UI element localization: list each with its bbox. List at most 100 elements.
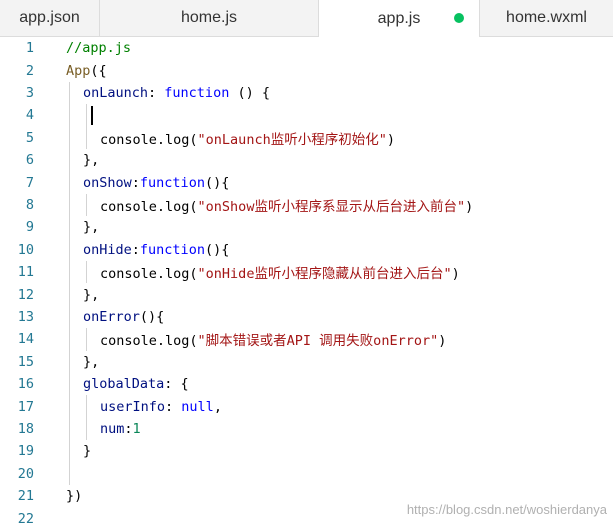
line-number: 20 xyxy=(17,465,34,482)
line-number: 5 xyxy=(25,129,34,146)
code-line: 19 } xyxy=(0,440,613,462)
editor-tab-bar: app.json home.js app.js home.wxml xyxy=(0,0,613,37)
code-text: globalData: { xyxy=(83,376,189,392)
code-line: 15 }, xyxy=(0,351,613,373)
tab-label: app.js xyxy=(377,9,421,27)
code-text: userInfo: null, xyxy=(100,399,222,415)
punctuation: }) xyxy=(66,488,83,505)
line-number: 8 xyxy=(25,196,34,213)
code-line: 9 }, xyxy=(0,216,613,238)
line-number: 4 xyxy=(25,107,34,124)
code-text: onError(){ xyxy=(83,309,164,325)
line-number: 2 xyxy=(25,62,34,79)
code-line: 13 onError(){ xyxy=(0,306,613,328)
call: console.log( xyxy=(100,333,198,350)
tab-home-js[interactable]: home.js xyxy=(100,0,319,36)
line-number: 9 xyxy=(25,219,34,236)
code-text: onShow:function(){ xyxy=(83,175,229,191)
property: num xyxy=(100,420,125,437)
line-number: 16 xyxy=(17,376,34,393)
line-number: 7 xyxy=(25,174,34,191)
keyword: function xyxy=(139,174,205,191)
line-number: 13 xyxy=(17,308,34,325)
line-number: 11 xyxy=(17,264,34,281)
line-number: 10 xyxy=(17,241,34,258)
code-text: }, xyxy=(83,219,99,235)
punctuation: }, xyxy=(83,286,100,303)
property: userInfo xyxy=(100,398,166,415)
code-line: 4 xyxy=(0,104,613,126)
punctuation: ({ xyxy=(90,62,107,79)
punctuation: ) xyxy=(386,131,395,148)
code-text: }, xyxy=(83,152,99,168)
string: "onHide监听小程序隐藏从前台进入后台" xyxy=(197,266,452,283)
code-line: 12 }, xyxy=(0,283,613,305)
punctuation: }, xyxy=(83,219,100,236)
tab-label: home.wxml xyxy=(506,9,587,26)
punctuation: (){ xyxy=(204,174,230,191)
text-cursor xyxy=(91,105,93,125)
code-line: 10 onHide:function(){ xyxy=(0,239,613,261)
punctuation: () { xyxy=(229,84,270,101)
function-name: App xyxy=(66,62,91,79)
code-line: 6 }, xyxy=(0,149,613,171)
punctuation: : xyxy=(131,241,140,258)
line-number: 19 xyxy=(17,443,34,460)
property: onHide xyxy=(83,241,132,258)
code-text: }, xyxy=(83,354,99,370)
code-line: 1 //app.js xyxy=(0,37,613,59)
code-text: }, xyxy=(83,287,99,303)
tab-home-wxml[interactable]: home.wxml xyxy=(480,0,613,36)
unsaved-dot-icon xyxy=(454,13,464,23)
number: 1 xyxy=(132,420,141,437)
punctuation: : xyxy=(131,174,140,191)
keyword: function xyxy=(139,241,205,258)
code-text: console.log("onShow监听小程序系显示从后台进入前台") xyxy=(100,195,473,215)
punctuation: }, xyxy=(83,152,100,169)
punctuation: (){ xyxy=(204,241,230,258)
code-text: App({ xyxy=(66,63,107,79)
tab-app-js[interactable]: app.js xyxy=(319,0,480,37)
punctuation: }, xyxy=(83,353,100,370)
line-number: 14 xyxy=(17,331,34,348)
code-text: //app.js xyxy=(66,40,131,56)
code-line: 8 console.log("onShow监听小程序系显示从后台进入前台") xyxy=(0,194,613,216)
code-text: console.log("onLaunch监听小程序初始化") xyxy=(100,128,395,148)
string: "onShow监听小程序系显示从后台进入前台" xyxy=(197,198,466,215)
call: console.log( xyxy=(100,266,198,283)
call: console.log( xyxy=(100,131,198,148)
punctuation: , xyxy=(213,398,222,415)
property: onShow xyxy=(83,174,132,191)
line-number: 22 xyxy=(17,510,34,527)
line-number: 15 xyxy=(17,353,34,370)
code-line: 7 onShow:function(){ xyxy=(0,171,613,193)
keyword: function xyxy=(164,84,230,101)
code-editor[interactable]: 1 //app.js 2 App({ 3 onLaunch: function … xyxy=(0,37,613,527)
comment: //app.js xyxy=(66,40,132,57)
code-text: }) xyxy=(66,488,82,504)
tab-app-json[interactable]: app.json xyxy=(0,0,100,36)
keyword: null xyxy=(181,398,214,415)
code-line: 16 globalData: { xyxy=(0,373,613,395)
punctuation: ) xyxy=(438,333,447,350)
punctuation: (){ xyxy=(139,308,165,325)
punctuation: ) xyxy=(465,198,474,215)
code-text: onLaunch: function () { xyxy=(83,85,270,101)
line-number: 12 xyxy=(17,286,34,303)
punctuation: : xyxy=(148,84,165,101)
property: globalData xyxy=(83,376,165,393)
punctuation: : xyxy=(165,398,182,415)
string: "onLaunch监听小程序初始化" xyxy=(197,131,387,148)
punctuation: ) xyxy=(451,266,460,283)
line-number: 6 xyxy=(25,152,34,169)
tab-label: app.json xyxy=(19,9,80,26)
property: onLaunch xyxy=(83,84,149,101)
code-line: 11 console.log("onHide监听小程序隐藏从前台进入后台") xyxy=(0,261,613,283)
call: console.log( xyxy=(100,198,198,215)
code-line: 17 userInfo: null, xyxy=(0,395,613,417)
code-line: 5 console.log("onLaunch监听小程序初始化") xyxy=(0,127,613,149)
line-number: 21 xyxy=(17,488,34,505)
code-text: } xyxy=(83,443,91,459)
code-text: onHide:function(){ xyxy=(83,242,229,258)
code-text: console.log("onHide监听小程序隐藏从前台进入后台") xyxy=(100,262,460,282)
